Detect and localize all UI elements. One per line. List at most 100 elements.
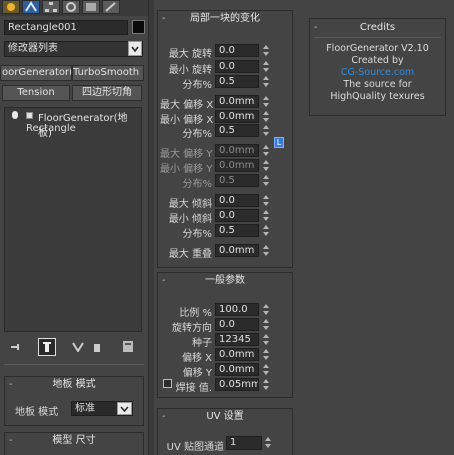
local-param-field[interactable]: 0.0 [215,209,259,222]
object-name-field[interactable]: Rectangle001 [4,20,128,35]
credits-link[interactable]: CG-Source.com [310,67,445,79]
divider [314,37,441,38]
modifier-button-floorgenerator[interactable]: oorGenerator(地板 [0,65,72,81]
command-panel-tabs [0,0,150,16]
general-param-spinner[interactable] [262,303,269,316]
uv-channel-field[interactable]: 1 [226,436,262,450]
display-tab-icon[interactable] [82,0,100,14]
general-param-field[interactable]: 0.0mm [215,348,259,361]
rollout-title-text: 模型 尺寸 [52,435,96,446]
local-param-spinner[interactable] [262,224,269,237]
panel-scrollbar[interactable] [148,0,154,455]
motion-tab-icon[interactable] [62,0,80,14]
floor-mode-rollout-title[interactable]: - 地板 模式 [5,377,143,393]
stack-item-rectangle[interactable]: Rectangle [6,123,140,136]
make-unique-icon[interactable] [72,342,84,353]
local-param-field[interactable]: 0.0 [215,194,259,207]
general-param-label: 偏移 Y [182,368,212,379]
create-tab-icon[interactable] [2,0,20,14]
expand-toggle-icon[interactable] [26,112,33,119]
general-param-field[interactable]: 0.0mm [215,363,259,376]
general-param-spinner[interactable] [262,318,269,331]
credits-version: FloorGenerator V2.10 [326,43,429,54]
local-param-field[interactable]: 0.5 [215,124,259,137]
credits-rollout-title[interactable]: - Credits [310,20,445,36]
hierarchy-tab-icon[interactable] [42,0,60,14]
modifier-list-dropdown[interactable]: 修改器列表 [4,41,143,57]
general-param-field[interactable]: 0.0 [215,318,259,331]
local-param-field[interactable]: 0.0mm [215,159,259,172]
modifier-stack: FloorGenerator(地板) Rectangle [4,107,142,332]
general-param-label: 种子 [192,338,212,349]
local-param-label: 最大 倾斜 [168,199,212,210]
object-color-swatch[interactable] [132,20,145,34]
local-param-label: 最大 重叠 [168,249,212,260]
light-bulb-icon[interactable] [12,111,18,119]
configure-sets-icon[interactable] [122,340,135,354]
local-param-field[interactable]: 0.0 [215,60,259,73]
general-param-spinner[interactable] [262,333,269,346]
local-param-spinner[interactable] [262,194,269,207]
collapse-icon: - [9,379,13,390]
general-params-rollout-title[interactable]: - 一般参数 [158,273,292,289]
uv-channel-spinner[interactable] [264,436,271,449]
general-param-label: 比例 % [179,308,212,319]
modifier-button-quad-chamfer[interactable]: 四边形切角 [72,85,142,101]
local-param-spinner[interactable] [262,44,269,57]
general-param-spinner[interactable] [262,348,269,361]
local-param-field[interactable]: 0.0 [215,44,259,57]
collapse-icon: - [314,22,318,33]
general-param-field[interactable]: 0.05mm [215,378,259,391]
rollout-title-text: 局部一块的变化 [190,13,260,24]
general-param-field[interactable]: 100.0 [215,303,259,316]
local-param-field[interactable]: 0.5 [215,224,259,237]
general-param-spinner[interactable] [262,378,269,391]
local-change-rollout-title[interactable]: - 局部一块的变化 [158,11,292,27]
lock-toggle-label: L [276,138,282,147]
rollout-title-text: 地板 模式 [52,379,96,390]
local-param-spinner[interactable] [262,75,269,88]
local-param-field[interactable]: 0.5 [215,174,259,187]
local-param-spinner[interactable] [262,174,269,187]
modifier-button-tension[interactable]: Tension [2,85,70,101]
local-param-field[interactable]: 0.0mm [215,244,259,257]
local-param-label: 最大 偏移 Y [160,149,213,160]
pin-stack-icon[interactable] [10,342,22,352]
general-param-label: 旋转方向 [172,323,212,334]
local-param-spinner[interactable] [262,244,269,257]
credits-tagline-2: HighQuality texures [330,91,425,102]
remove-modifier-icon[interactable] [92,341,102,353]
stack-toolbar [4,338,144,356]
lock-toggle-button[interactable]: L [274,137,284,148]
rollout-title-text: Credits [359,22,396,33]
chevron-down-icon [117,402,132,415]
general-param-spinner[interactable] [262,363,269,376]
modify-tab-icon[interactable] [22,0,40,14]
local-param-label: 最大 偏移 X [160,100,214,111]
local-param-label: 最小 偏移 X [160,115,214,126]
local-param-spinner[interactable] [262,95,269,108]
local-param-spinner[interactable] [262,159,269,172]
utilities-tab-icon[interactable] [102,0,120,14]
local-param-spinner[interactable] [262,144,269,157]
local-param-field[interactable]: 0.0mm [215,95,259,108]
local-param-spinner[interactable] [262,60,269,73]
local-param-field[interactable]: 0.0mm [215,110,259,123]
local-param-spinner[interactable] [262,124,269,137]
local-param-spinner[interactable] [262,110,269,123]
model-size-rollout-title[interactable]: - 模型 尺寸 [5,433,143,449]
local-param-field[interactable]: 0.0mm [215,144,259,157]
collapse-icon: - [162,275,166,286]
local-param-label: 分布% [182,129,212,140]
modifier-list-label: 修改器列表 [8,43,58,54]
floor-mode-value: 标准 [75,403,95,414]
local-param-spinner[interactable] [262,209,269,222]
uv-settings-rollout-title[interactable]: - UV 设置 [158,409,292,425]
general-param-field[interactable]: 12345 [215,333,259,346]
weld-checkbox[interactable] [163,379,172,388]
local-param-field[interactable]: 0.5 [215,75,259,88]
stack-item-floorgenerator[interactable]: FloorGenerator(地板) [6,109,140,139]
show-end-result-icon[interactable] [38,338,56,356]
collapse-icon: - [162,411,166,422]
modifier-button-turbosmooth[interactable]: TurboSmooth Pro [72,65,144,81]
